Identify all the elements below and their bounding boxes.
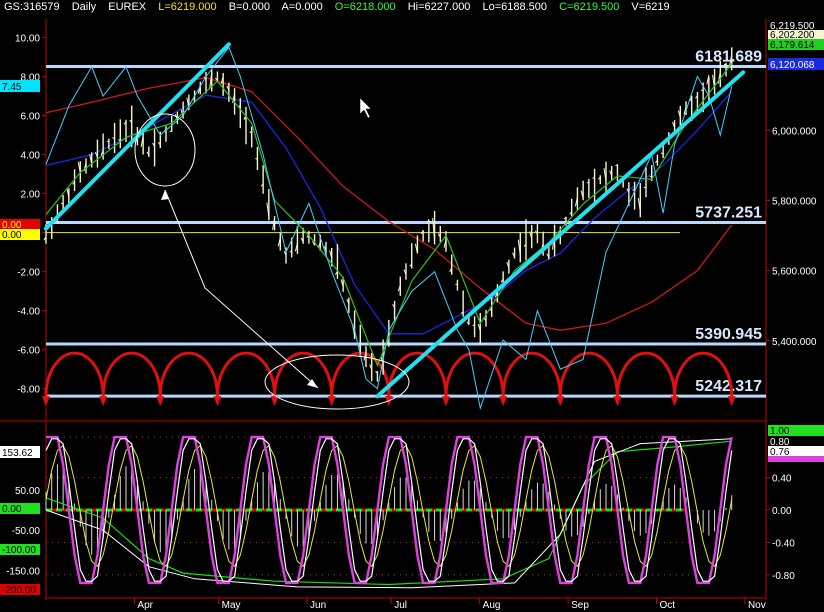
right-tick-label-1: 5,800.000 [772,196,817,207]
cycle-arc-9 [558,351,619,397]
x-label-2: Jun [310,600,326,611]
osc-left-label-0: 50.00 [15,486,40,497]
cycle-arc-1 [101,351,162,397]
x-label-4: Aug [483,600,501,611]
osc-right-label-0: 0.40 [772,474,792,485]
price-bar-tick-105 [643,186,647,189]
left-tick-label-6: -2.00 [17,268,40,279]
chart-svg[interactable]: 10.008.006.004.002.000.00-2.00-4.00-6.00… [0,0,824,612]
cycle-low-marker-0 [42,396,50,407]
cycle-low-marker-1 [99,396,108,407]
cycle-low-marker-10 [613,396,622,407]
x-label-5: Sep [571,600,589,611]
x-label-1: May [222,600,241,611]
x-label-6: Oct [660,600,676,611]
x-label-3: Jul [394,600,407,611]
cycle-low-marker-last [727,396,736,407]
cycle-low-marker-5 [327,396,336,407]
cycle-low-marker-11 [670,396,679,407]
osc-left-badge-red: -200.00 [2,585,36,596]
cycle-arc-3 [215,351,277,397]
osc-right-badge-green: 1.00 [770,426,790,437]
osc-right-label-3: -0.80 [772,571,795,582]
cycle-low-marker-3 [213,396,222,407]
osc-left-label-2: -50.00 [12,526,41,537]
left-tick-label-7: -4.00 [17,307,40,318]
level-label-1: 5737.251 [695,204,762,221]
left-tick-label-8: -6.00 [17,346,40,357]
ma-blue-line [45,91,733,335]
level-label-0: 6181.689 [695,49,762,66]
cyan-oscillator-line [45,46,733,411]
trendline-1 [375,70,746,399]
osc-left-badge-green2: -100.00 [2,545,36,556]
cycle-low-marker-7 [442,396,450,407]
osc-left-label-4: -150.00 [6,567,40,578]
cycle-arc-0 [44,351,105,397]
left-tick-label-2: 6.00 [21,112,41,123]
left-tick-label-3: 4.00 [21,151,41,162]
left-badge-cyan: 7.45 [2,82,22,93]
right-tick-label-2: 5,600.000 [772,267,817,278]
mouse-cursor-icon [359,97,372,119]
annotation-arrow-line [164,189,319,389]
right-badge-level4: 6,120.068 [770,60,815,71]
left-badge-yellow: 0.00 [2,230,22,241]
osc-right-label-1: 0.00 [772,506,792,517]
right-tick-label-0: 6,000.000 [772,126,817,137]
cycle-arc-7 [444,351,505,397]
osc-left-badge-green: 0.00 [2,504,22,515]
x-label-0: Apr [137,600,153,611]
osc-left-badge-white: 153.62 [2,448,33,459]
cycle-arc-2 [158,351,219,397]
right-badge-level3: 6,179.614 [770,40,815,51]
right-tick-label-3: 5,400.000 [772,337,817,348]
cycle-low-marker-8 [499,396,508,407]
osc-right-label-2: -0.40 [772,538,795,549]
osc-right-badge-magenta [768,456,824,462]
annotation-arrow-tail [161,190,169,200]
price-bar-tick-13 [118,139,121,141]
price-bar-tick-22 [169,130,172,133]
cycle-arc-8 [501,351,562,397]
cycle-arc-10 [615,351,677,397]
left-tick-label-0: 10.00 [15,34,40,45]
level-label-2: 5390.945 [695,326,762,343]
cycle-low-marker-2 [156,396,165,407]
x-label-7: Nov [748,600,766,611]
chart-window: GS:316579 Daily EUREX L=6219.000 B=0.000… [0,0,824,612]
left-tick-label-9: -8.00 [17,385,40,396]
left-tick-label-4: 2.00 [21,190,41,201]
cycle-low-marker-9 [556,396,565,407]
